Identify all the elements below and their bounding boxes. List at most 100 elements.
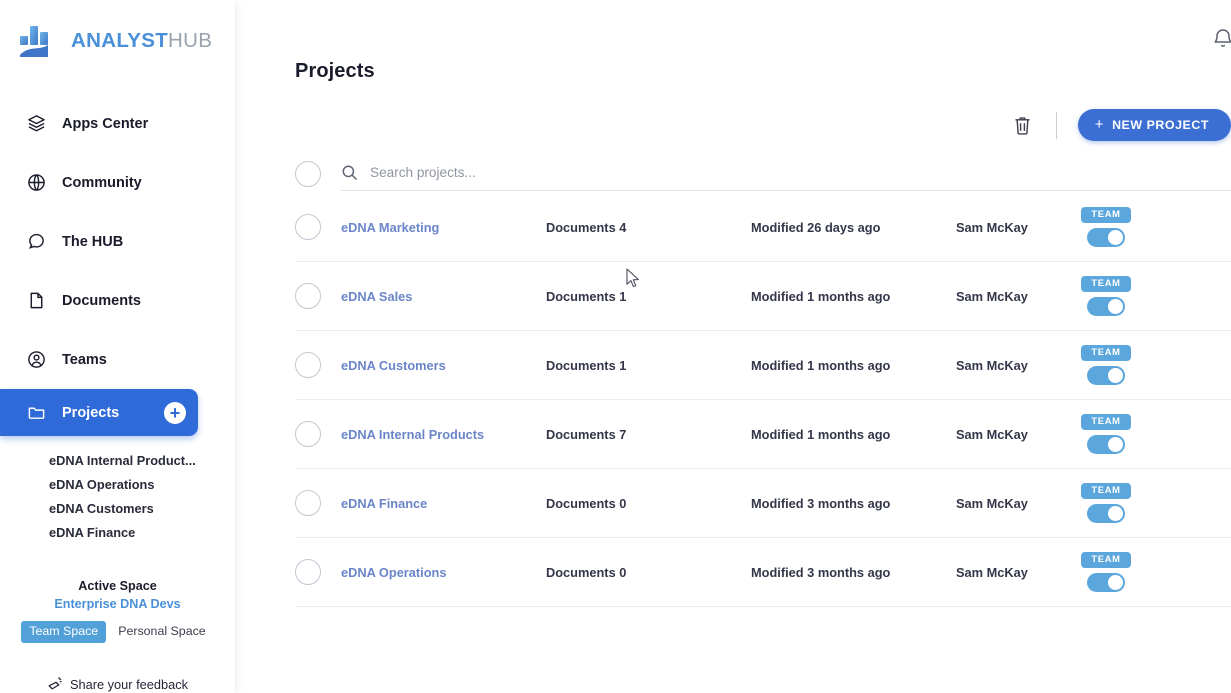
share-cell: TEAM [1061, 483, 1151, 523]
brand-name-secondary: HUB [168, 28, 213, 52]
search-field[interactable] [341, 157, 1231, 191]
project-owner: Sam McKay [956, 426, 1028, 442]
modified-date: Modified 1 months ago [751, 288, 891, 304]
row-checkbox[interactable] [295, 421, 321, 447]
brand-logo[interactable]: ANALYSTHUB [0, 0, 235, 60]
row-checkbox[interactable] [295, 352, 321, 378]
layers-icon [26, 113, 47, 134]
active-space-section: Active Space Enterprise DNA Devs Team Sp… [0, 578, 235, 643]
toggle-knob [1108, 505, 1123, 521]
table-row[interactable]: eDNA Customers Documents 1 Modified 1 mont… [295, 331, 1231, 400]
file-icon [26, 290, 47, 311]
status-badge: TEAM [1081, 552, 1131, 568]
sidebar-item-label: Projects [62, 404, 120, 421]
sidebar-subitem-project[interactable]: eDNA Internal Product... [49, 449, 199, 473]
sidebar-item-the-hub[interactable]: The HUB [0, 212, 235, 271]
sidebar-item-label: Documents [62, 292, 141, 309]
document-count: Documents 7 [546, 426, 627, 442]
project-owner: Sam McKay [956, 219, 1028, 235]
row-checkbox[interactable] [295, 559, 321, 585]
project-name-link[interactable]: eDNA Sales [341, 289, 546, 304]
brand-wordmark: ANALYSTHUB [71, 28, 213, 52]
project-owner: Sam McKay [956, 288, 1028, 304]
main-content: Projects + NEW PROJECT Search projects..… [235, 0, 1231, 693]
share-toggle[interactable] [1087, 434, 1125, 454]
new-project-label: NEW PROJECT [1112, 118, 1209, 132]
document-count: Documents 1 [546, 288, 627, 304]
chat-bubble-icon [26, 231, 47, 252]
table-row[interactable]: eDNA Finance Documents 0 Modified 3 months… [295, 469, 1231, 538]
modified-date: Modified 1 months ago [751, 357, 891, 373]
user-circle-icon [26, 349, 47, 370]
document-count: Documents 0 [546, 564, 627, 580]
table-row[interactable]: eDNA Operations Documents 0 Modified 3 mon… [295, 538, 1231, 607]
select-all-checkbox[interactable] [295, 161, 321, 187]
sidebar-item-label: Apps Center [62, 115, 149, 132]
tab-personal-space[interactable]: Personal Space [110, 621, 213, 643]
share-toggle[interactable] [1087, 503, 1125, 523]
toggle-knob [1108, 574, 1123, 590]
sidebar-item-community[interactable]: Community [0, 153, 235, 212]
space-toggle-group: Team Space Personal Space [0, 621, 235, 643]
status-badge: TEAM [1081, 414, 1131, 430]
projects-sublist: eDNA Internal Product... eDNA Operations… [0, 449, 235, 545]
plus-circle-icon[interactable]: + [164, 401, 186, 424]
table-row[interactable]: eDNA Internal Products Documents 7 Modifie… [295, 400, 1231, 469]
project-name-link[interactable]: eDNA Operations [341, 565, 546, 580]
globe-icon [26, 172, 47, 193]
share-cell: TEAM [1061, 207, 1151, 247]
sidebar-item-apps-center[interactable]: Apps Center [0, 94, 235, 153]
document-count: Documents 0 [546, 495, 627, 511]
share-toggle[interactable] [1087, 365, 1125, 385]
sidebar-item-documents[interactable]: Documents [0, 271, 235, 330]
project-name-link[interactable]: eDNA Marketing [341, 220, 546, 235]
project-name-link[interactable]: eDNA Internal Products [341, 427, 546, 442]
sidebar-item-label: Community [62, 174, 142, 191]
bar-chart-logo-icon [20, 25, 60, 58]
megaphone-icon [47, 675, 63, 693]
row-checkbox[interactable] [295, 214, 321, 240]
projects-toolbar: + NEW PROJECT [1006, 108, 1231, 142]
project-name-link[interactable]: eDNA Finance [341, 496, 546, 511]
sidebar-item-label: The HUB [62, 233, 124, 250]
share-feedback-button[interactable]: Share your feedback [0, 675, 235, 693]
projects-table: eDNA Marketing Documents 4 Modified 26 day… [295, 193, 1231, 607]
primary-navigation: Apps Center Community The HUB Documents … [0, 94, 235, 545]
sidebar-item-projects[interactable]: Projects + [0, 389, 198, 436]
sidebar-subitem-project[interactable]: eDNA Finance [49, 521, 199, 545]
project-name-link[interactable]: eDNA Customers [341, 358, 546, 373]
folder-icon [26, 402, 47, 423]
search-icon [341, 164, 358, 181]
search-input[interactable] [370, 165, 1231, 180]
sidebar-subitem-project[interactable]: eDNA Customers [49, 497, 199, 521]
modified-date: Modified 3 months ago [751, 495, 891, 511]
share-cell: TEAM [1061, 345, 1151, 385]
sidebar-subitem-project[interactable]: eDNA Operations [49, 473, 199, 497]
project-owner: Sam McKay [956, 564, 1028, 580]
sidebar-item-teams[interactable]: Teams [0, 330, 235, 389]
status-badge: TEAM [1081, 483, 1131, 499]
table-row[interactable]: eDNA Marketing Documents 4 Modified 26 day… [295, 193, 1231, 262]
trash-icon[interactable] [1006, 108, 1040, 142]
new-project-button[interactable]: + NEW PROJECT [1077, 109, 1231, 141]
row-checkbox[interactable] [295, 490, 321, 516]
app-root: ANALYSTHUB Apps Center Community The HUB… [0, 0, 1231, 693]
active-space-name[interactable]: Enterprise DNA Devs [0, 595, 235, 614]
share-cell: TEAM [1061, 552, 1151, 592]
share-toggle[interactable] [1087, 572, 1125, 592]
toolbar-divider [1055, 111, 1057, 139]
modified-date: Modified 1 months ago [751, 426, 891, 442]
notification-bell-icon[interactable] [1212, 26, 1231, 55]
share-toggle[interactable] [1087, 296, 1125, 316]
project-owner: Sam McKay [956, 357, 1028, 373]
tab-team-space[interactable]: Team Space [21, 621, 107, 643]
search-row [295, 157, 1231, 191]
toggle-knob [1108, 229, 1123, 245]
toggle-knob [1108, 436, 1123, 452]
table-row[interactable]: eDNA Sales Documents 1 Modified 1 months a… [295, 262, 1231, 331]
share-feedback-label: Share your feedback [69, 676, 189, 692]
share-cell: TEAM [1061, 276, 1151, 316]
status-badge: TEAM [1081, 207, 1131, 223]
row-checkbox[interactable] [295, 283, 321, 309]
share-toggle[interactable] [1087, 227, 1125, 247]
